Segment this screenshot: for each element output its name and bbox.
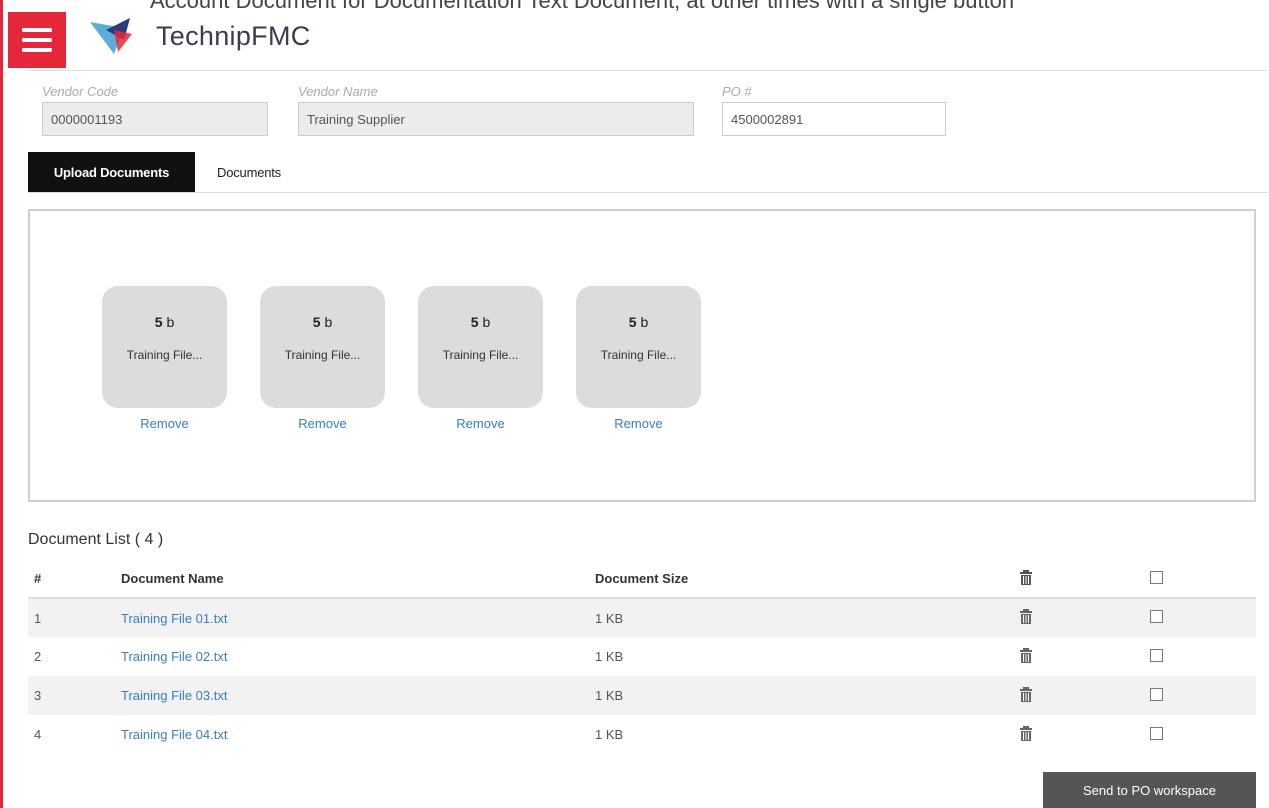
file-size-value: 5 <box>470 314 479 330</box>
file-size-unit: b <box>166 314 175 330</box>
remove-file-link[interactable]: Remove <box>260 416 385 431</box>
vendor-name-label: Vendor Name <box>298 84 378 99</box>
tab-documents[interactable]: Documents <box>198 152 300 192</box>
file-size-value: 5 <box>628 314 637 330</box>
document-name-link[interactable]: Training File 04.txt <box>121 727 227 742</box>
upload-file-card: 5 b Training File... Remove <box>260 286 385 431</box>
file-thumbnail: 5 b Training File... <box>102 286 227 408</box>
document-name-link[interactable]: Training File 03.txt <box>121 688 227 703</box>
row-number: 3 <box>28 676 121 715</box>
file-name: Training File... <box>600 348 677 362</box>
top-caption-text: Account Document for Documentation Text … <box>150 0 1015 13</box>
row-checkbox[interactable] <box>1150 687 1163 701</box>
upload-file-card: 5 b Training File... Remove <box>576 286 701 431</box>
left-accent-bar <box>0 0 3 808</box>
document-name-link[interactable]: Training File 01.txt <box>121 611 227 626</box>
po-number-field: PO # 4500002891 <box>722 84 946 136</box>
document-size: 1 KB <box>595 598 1020 637</box>
table-row: 4 Training File 04.txt 1 KB <box>28 715 1256 754</box>
document-table: # Document Name Document Size 1 Training… <box>28 560 1256 754</box>
col-header-document-name: Document Name <box>121 560 595 599</box>
row-checkbox[interactable] <box>1150 610 1163 623</box>
document-size: 1 KB <box>595 649 624 664</box>
col-header-document-size: Document Size <box>595 560 1020 599</box>
tabs-divider <box>28 192 1268 193</box>
trash-icon[interactable] <box>1020 725 1032 741</box>
company-logo[interactable]: TechnipFMC <box>90 18 311 54</box>
file-size-value: 5 <box>154 314 163 330</box>
file-size-unit: b <box>640 314 649 330</box>
trash-icon[interactable] <box>1020 609 1032 624</box>
file-name: Training File... <box>284 348 361 362</box>
file-thumbnail: 5 b Training File... <box>260 286 385 408</box>
po-number-label: PO # <box>722 84 752 99</box>
trash-icon[interactable] <box>1020 569 1032 585</box>
logo-mark-icon <box>90 18 132 54</box>
table-header-row: # Document Name Document Size <box>28 560 1256 599</box>
vendor-code-input[interactable]: 0000001193 <box>42 102 268 136</box>
row-checkbox[interactable] <box>1150 726 1163 740</box>
send-to-po-workspace-button[interactable]: Send to PO workspace <box>1043 772 1256 808</box>
file-name: Training File... <box>126 348 203 362</box>
file-size-unit: b <box>482 314 491 330</box>
menu-line-icon <box>22 38 52 42</box>
trash-icon[interactable] <box>1020 686 1032 702</box>
menu-line-icon <box>22 28 52 32</box>
upload-file-card: 5 b Training File... Remove <box>418 286 543 431</box>
menu-line-icon <box>22 48 52 52</box>
document-size: 1 KB <box>595 676 1020 715</box>
logo-text: TechnipFMC <box>156 20 311 51</box>
delete-all-cell <box>1020 560 1150 599</box>
document-list-title: Document List ( 4 ) <box>28 531 164 548</box>
file-thumbnail: 5 b Training File... <box>576 286 701 408</box>
header-divider <box>28 70 1268 71</box>
document-size: 1 KB <box>595 727 624 742</box>
file-size-unit: b <box>324 314 333 330</box>
table-row: 2 Training File 02.txt 1 KB <box>28 637 1256 676</box>
table-row: 3 Training File 03.txt 1 KB <box>28 676 1256 715</box>
file-name: Training File... <box>442 348 519 362</box>
row-number: 2 <box>34 649 42 664</box>
po-number-input[interactable]: 4500002891 <box>722 102 946 136</box>
vendor-name-input[interactable]: Training Supplier <box>298 102 694 136</box>
table-row: 1 Training File 01.txt 1 KB <box>28 598 1256 637</box>
remove-file-link[interactable]: Remove <box>418 416 543 431</box>
select-all-cell <box>1150 560 1256 599</box>
trash-icon[interactable] <box>1020 647 1032 663</box>
remove-file-link[interactable]: Remove <box>102 416 227 431</box>
select-all-checkbox[interactable] <box>1150 570 1163 584</box>
row-checkbox[interactable] <box>1150 648 1163 662</box>
col-header-number: # <box>28 560 121 599</box>
remove-file-link[interactable]: Remove <box>576 416 701 431</box>
tab-upload-documents[interactable]: Upload Documents <box>28 152 195 192</box>
vendor-code-label: Vendor Code <box>42 84 119 99</box>
row-number: 1 <box>28 598 121 637</box>
file-size-value: 5 <box>312 314 321 330</box>
row-number: 4 <box>34 727 42 742</box>
upload-drop-zone[interactable]: 5 b Training File... Remove 5 b Training… <box>28 209 1256 502</box>
vendor-code-field: Vendor Code 0000001193 <box>42 84 268 136</box>
upload-file-card: 5 b Training File... Remove <box>102 286 227 431</box>
vendor-name-field: Vendor Name Training Supplier <box>298 84 694 136</box>
hamburger-menu-button[interactable] <box>8 12 66 68</box>
file-thumbnail: 5 b Training File... <box>418 286 543 408</box>
document-name-link[interactable]: Training File 02.txt <box>121 649 227 664</box>
